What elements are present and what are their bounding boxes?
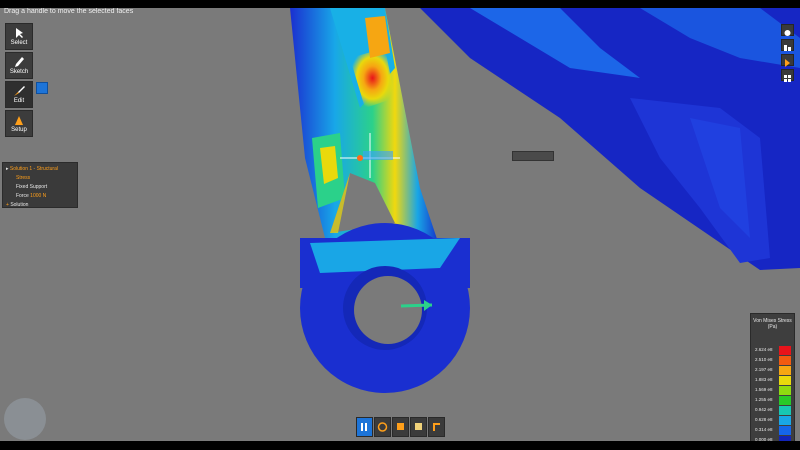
box-icon xyxy=(415,423,422,430)
floating-toolbar[interactable] xyxy=(512,151,554,161)
tree-fixed-support[interactable]: Fixed Support xyxy=(6,183,74,192)
view-cursor-button[interactable] xyxy=(781,54,794,67)
reset-button[interactable] xyxy=(374,417,391,437)
tree-solution[interactable]: ▸ Solution 1 - Structural xyxy=(6,165,74,174)
tree-view-button[interactable] xyxy=(781,39,794,51)
legend-value: 1.883 e8 xyxy=(755,377,773,382)
tree-force[interactable]: Force 1000 N xyxy=(6,192,74,201)
cube-icon xyxy=(397,423,404,430)
legend-entry: 2.197 e8 xyxy=(755,366,793,375)
sketch-tool-button[interactable]: Sketch xyxy=(5,52,33,79)
add-solution[interactable]: + Solution xyxy=(6,201,74,210)
pin-hole xyxy=(354,276,422,344)
legend-swatch xyxy=(779,366,791,375)
legend-entry: 0.628 e8 xyxy=(755,416,793,425)
legend-swatch xyxy=(779,416,791,425)
solid-view-button[interactable] xyxy=(392,417,409,437)
legend-value: 0.942 e8 xyxy=(755,407,773,412)
legend-title: Von Mises Stress (Pa) xyxy=(753,318,792,330)
letterbox-bottom xyxy=(0,441,800,450)
probe-button[interactable] xyxy=(428,417,445,437)
legend-value: 2.624 e8 xyxy=(755,347,773,352)
setup-icon xyxy=(15,116,23,125)
bottom-toolbar xyxy=(356,417,446,441)
legend-entry: 1.883 e8 xyxy=(755,376,793,385)
letterbox-top xyxy=(0,0,800,8)
sketch-label: Sketch xyxy=(9,69,29,75)
settings-gear-button[interactable] xyxy=(781,24,794,36)
export-button[interactable] xyxy=(410,417,427,437)
legend-value: 2.197 e8 xyxy=(755,367,773,372)
stress-model-view[interactable] xyxy=(0,8,800,441)
legend-entry: 1.255 e8 xyxy=(755,396,793,405)
legend-entry: 0.942 e8 xyxy=(755,406,793,415)
tree-icon xyxy=(784,45,791,51)
legend-entry: 2.510 e8 xyxy=(755,356,793,365)
select-tool-button[interactable]: Select xyxy=(5,23,33,50)
select-label: Select xyxy=(10,40,28,46)
legend-swatch xyxy=(779,376,791,385)
legend-swatch xyxy=(779,346,791,355)
legend-value: 0.314 e8 xyxy=(755,427,773,432)
tree-stress[interactable]: Stress xyxy=(6,174,74,183)
layout-button[interactable] xyxy=(781,69,794,82)
legend-swatch xyxy=(779,396,791,405)
probe-icon xyxy=(433,423,440,431)
setup-label: Setup xyxy=(11,127,27,133)
stress-legend: Von Mises Stress (Pa) 2.624 e8 2.510 e8 2.1… xyxy=(750,313,795,441)
edit-label: Edit xyxy=(13,98,25,104)
edit-tool-button[interactable]: Edit xyxy=(5,81,33,108)
view-cube[interactable] xyxy=(4,398,46,440)
viewport[interactable]: Drag a handle to move the selected faces xyxy=(0,8,800,441)
brush-icon xyxy=(14,86,25,96)
refresh-icon xyxy=(377,422,388,432)
legend-swatch xyxy=(779,426,791,435)
edit-submode-icon[interactable] xyxy=(36,82,48,94)
legend-value: 2.510 e8 xyxy=(755,357,773,362)
legend-entry: 2.624 e8 xyxy=(755,346,793,355)
setup-tool-button[interactable]: Setup xyxy=(5,110,33,137)
grid-icon xyxy=(784,75,791,82)
legend-entry: 0.314 e8 xyxy=(755,426,793,435)
solution-tree-panel: ▸ Solution 1 - Structural Stress Fixed S… xyxy=(2,162,78,208)
gear-icon xyxy=(784,30,791,36)
legend-value: 1.569 e8 xyxy=(755,387,773,392)
legend-swatch xyxy=(779,406,791,415)
legend-value: 0.628 e8 xyxy=(755,417,773,422)
pencil-icon xyxy=(15,57,24,67)
cursor-icon xyxy=(16,28,23,38)
pause-button[interactable] xyxy=(356,417,373,437)
legend-swatch xyxy=(779,356,791,365)
cursor-orange-icon xyxy=(785,59,790,67)
legend-value: 1.255 e8 xyxy=(755,397,773,402)
legend-entry: 1.569 e8 xyxy=(755,386,793,395)
legend-swatch xyxy=(779,386,791,395)
pause-icon xyxy=(361,423,367,431)
